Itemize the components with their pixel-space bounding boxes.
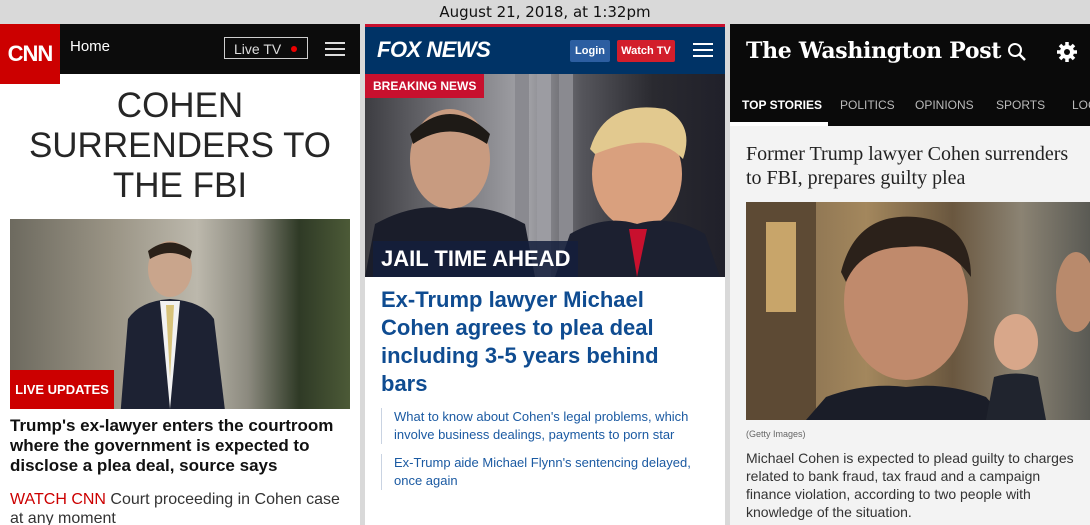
screenshot-timestamp: August 21, 2018, at 1:32pm xyxy=(0,0,1090,24)
tab-politics[interactable]: POLITICS xyxy=(840,98,895,112)
cnn-menu-icon[interactable] xyxy=(325,42,345,56)
fox-related-links: What to know about Cohen's legal problem… xyxy=(381,408,711,500)
cnn-headline-line: COHEN xyxy=(116,86,244,125)
cnn-watch-line[interactable]: WATCH CNN Court proceeding in Cohen case… xyxy=(10,490,355,525)
tab-sports[interactable]: SPORTS xyxy=(996,98,1045,112)
live-dot-icon xyxy=(291,46,297,52)
jail-time-overlay: JAIL TIME AHEAD xyxy=(373,241,579,277)
wapo-headline[interactable]: Former Trump lawyer Cohen surrenders to … xyxy=(746,142,1086,190)
cnn-headline-line: SURRENDERS TO xyxy=(28,126,332,165)
watch-cnn-link[interactable]: WATCH CNN xyxy=(10,491,106,508)
washington-post-logo[interactable]: The Washington Post xyxy=(746,38,1001,64)
cnn-headline[interactable]: COHEN SURRENDERS TO THE FBI xyxy=(0,86,360,206)
wapo-header: The Washington Post TOP STORIES POLITICS… xyxy=(730,24,1090,126)
search-icon[interactable] xyxy=(1007,42,1027,62)
wapo-summary: Michael Cohen is expected to plead guilt… xyxy=(746,450,1074,520)
tab-local[interactable]: LOC xyxy=(1072,98,1090,112)
cnn-photo-person-shape xyxy=(120,241,225,409)
wapo-section-nav: TOP STORIES POLITICS OPINIONS SPORTS LOC xyxy=(730,84,1090,126)
cnn-subheadline[interactable]: Trump's ex-lawyer enters the courtroom w… xyxy=(10,416,350,476)
fox-panel: FOX NEWS Login Watch TV BREAKING NEWS JA… xyxy=(365,24,725,525)
tab-top-stories[interactable]: TOP STORIES xyxy=(742,98,822,112)
gear-icon[interactable] xyxy=(1056,41,1078,63)
cnn-home-link[interactable]: Home xyxy=(70,38,110,55)
wapo-photo-shapes xyxy=(746,202,1090,420)
wapo-lead-photo[interactable] xyxy=(746,202,1090,420)
photo-credit: (Getty Images) xyxy=(746,429,806,439)
cnn-headline-line: THE FBI xyxy=(112,166,248,205)
fox-logo-text: FOX NEWS xyxy=(377,37,491,62)
fox-login-button[interactable]: Login xyxy=(570,40,610,62)
wapo-panel: The Washington Post TOP STORIES POLITICS… xyxy=(730,24,1090,525)
fox-news-logo[interactable]: FOX NEWS xyxy=(377,37,491,63)
fox-related-link[interactable]: Ex-Trump aide Michael Flynn's sentencing… xyxy=(381,454,711,490)
breaking-news-badge: BREAKING NEWS xyxy=(365,74,485,98)
live-updates-badge[interactable]: LIVE UPDATES xyxy=(10,370,114,409)
fox-related-link[interactable]: What to know about Cohen's legal problem… xyxy=(381,408,711,444)
fox-watch-tv-button[interactable]: Watch TV xyxy=(617,40,675,62)
fox-header: FOX NEWS Login Watch TV xyxy=(365,24,725,74)
cnn-live-tv-label: Live TV xyxy=(234,41,282,57)
cnn-logo[interactable]: CNN xyxy=(0,24,60,84)
cnn-live-tv-button[interactable]: Live TV xyxy=(224,37,308,59)
cnn-panel: Home Live TV CNN COHEN SURRENDERS TO THE… xyxy=(0,24,360,525)
tab-opinions[interactable]: OPINIONS xyxy=(915,98,974,112)
fox-menu-icon[interactable] xyxy=(693,43,713,57)
fox-headline[interactable]: Ex-Trump lawyer Michael Cohen agrees to … xyxy=(381,286,711,398)
